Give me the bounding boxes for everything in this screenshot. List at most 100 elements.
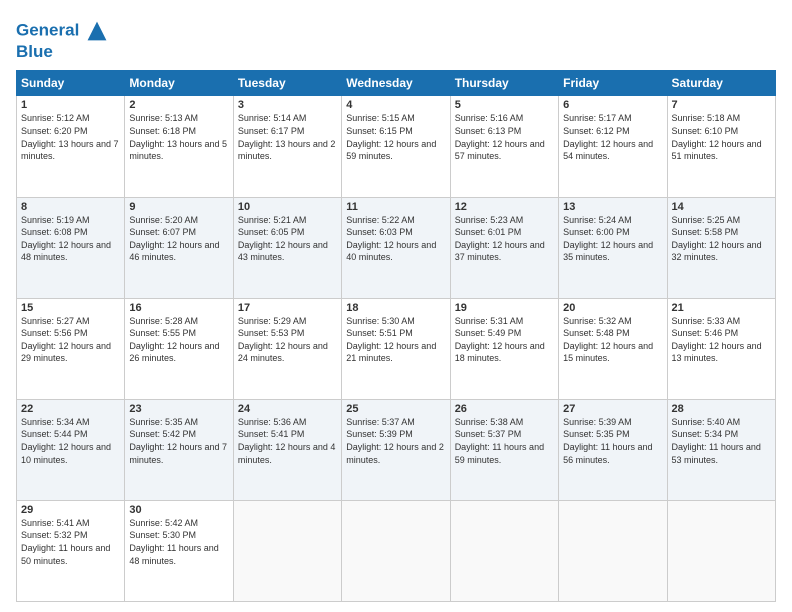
day-info: Sunrise: 5:28 AMSunset: 5:55 PMDaylight:… [129,315,228,365]
day-info: Sunrise: 5:32 AMSunset: 5:48 PMDaylight:… [563,315,662,365]
day-info: Sunrise: 5:33 AMSunset: 5:46 PMDaylight:… [672,315,771,365]
calendar-cell: 15Sunrise: 5:27 AMSunset: 5:56 PMDayligh… [17,298,125,399]
day-header-thursday: Thursday [450,71,558,96]
day-info: Sunrise: 5:13 AMSunset: 6:18 PMDaylight:… [129,112,228,162]
day-number: 25 [346,403,445,415]
day-number: 6 [563,99,662,111]
day-info: Sunrise: 5:17 AMSunset: 6:12 PMDaylight:… [563,112,662,162]
day-info: Sunrise: 5:41 AMSunset: 5:32 PMDaylight:… [21,517,120,567]
calendar-cell: 20Sunrise: 5:32 AMSunset: 5:48 PMDayligh… [559,298,667,399]
day-number: 28 [672,403,771,415]
logo-blue: Blue [16,42,108,62]
header: General Blue [16,16,776,62]
calendar-cell [342,500,450,601]
day-number: 18 [346,302,445,314]
calendar-cell: 12Sunrise: 5:23 AMSunset: 6:01 PMDayligh… [450,197,558,298]
day-info: Sunrise: 5:35 AMSunset: 5:42 PMDaylight:… [129,416,228,466]
calendar-cell: 25Sunrise: 5:37 AMSunset: 5:39 PMDayligh… [342,399,450,500]
day-info: Sunrise: 5:19 AMSunset: 6:08 PMDaylight:… [21,214,120,264]
day-info: Sunrise: 5:14 AMSunset: 6:17 PMDaylight:… [238,112,337,162]
logo: General Blue [16,20,108,62]
calendar-cell: 5Sunrise: 5:16 AMSunset: 6:13 PMDaylight… [450,96,558,197]
day-info: Sunrise: 5:30 AMSunset: 5:51 PMDaylight:… [346,315,445,365]
day-number: 10 [238,201,337,213]
calendar-cell [233,500,341,601]
day-info: Sunrise: 5:36 AMSunset: 5:41 PMDaylight:… [238,416,337,466]
day-number: 4 [346,99,445,111]
calendar-cell: 8Sunrise: 5:19 AMSunset: 6:08 PMDaylight… [17,197,125,298]
day-number: 7 [672,99,771,111]
day-number: 1 [21,99,120,111]
day-number: 2 [129,99,228,111]
day-header-wednesday: Wednesday [342,71,450,96]
day-info: Sunrise: 5:20 AMSunset: 6:07 PMDaylight:… [129,214,228,264]
day-number: 11 [346,201,445,213]
day-number: 29 [21,504,120,516]
day-header-monday: Monday [125,71,233,96]
day-number: 15 [21,302,120,314]
calendar-cell: 28Sunrise: 5:40 AMSunset: 5:34 PMDayligh… [667,399,775,500]
calendar-cell: 10Sunrise: 5:21 AMSunset: 6:05 PMDayligh… [233,197,341,298]
day-number: 16 [129,302,228,314]
day-info: Sunrise: 5:39 AMSunset: 5:35 PMDaylight:… [563,416,662,466]
day-number: 17 [238,302,337,314]
day-info: Sunrise: 5:21 AMSunset: 6:05 PMDaylight:… [238,214,337,264]
day-info: Sunrise: 5:31 AMSunset: 5:49 PMDaylight:… [455,315,554,365]
calendar-cell: 30Sunrise: 5:42 AMSunset: 5:30 PMDayligh… [125,500,233,601]
calendar-cell: 16Sunrise: 5:28 AMSunset: 5:55 PMDayligh… [125,298,233,399]
calendar-week-4: 22Sunrise: 5:34 AMSunset: 5:44 PMDayligh… [17,399,776,500]
calendar-cell: 23Sunrise: 5:35 AMSunset: 5:42 PMDayligh… [125,399,233,500]
calendar-cell: 13Sunrise: 5:24 AMSunset: 6:00 PMDayligh… [559,197,667,298]
calendar-cell: 2Sunrise: 5:13 AMSunset: 6:18 PMDaylight… [125,96,233,197]
calendar-cell: 27Sunrise: 5:39 AMSunset: 5:35 PMDayligh… [559,399,667,500]
calendar-cell [667,500,775,601]
day-number: 12 [455,201,554,213]
day-header-tuesday: Tuesday [233,71,341,96]
day-info: Sunrise: 5:23 AMSunset: 6:01 PMDaylight:… [455,214,554,264]
calendar-week-1: 1Sunrise: 5:12 AMSunset: 6:20 PMDaylight… [17,96,776,197]
day-info: Sunrise: 5:29 AMSunset: 5:53 PMDaylight:… [238,315,337,365]
logo-general: General [16,20,79,39]
day-number: 9 [129,201,228,213]
day-number: 5 [455,99,554,111]
day-info: Sunrise: 5:24 AMSunset: 6:00 PMDaylight:… [563,214,662,264]
day-info: Sunrise: 5:25 AMSunset: 5:58 PMDaylight:… [672,214,771,264]
calendar-cell: 4Sunrise: 5:15 AMSunset: 6:15 PMDaylight… [342,96,450,197]
day-number: 27 [563,403,662,415]
day-number: 19 [455,302,554,314]
day-info: Sunrise: 5:42 AMSunset: 5:30 PMDaylight:… [129,517,228,567]
day-info: Sunrise: 5:34 AMSunset: 5:44 PMDaylight:… [21,416,120,466]
day-number: 24 [238,403,337,415]
calendar-cell [450,500,558,601]
day-info: Sunrise: 5:12 AMSunset: 6:20 PMDaylight:… [21,112,120,162]
day-info: Sunrise: 5:18 AMSunset: 6:10 PMDaylight:… [672,112,771,162]
calendar-cell: 7Sunrise: 5:18 AMSunset: 6:10 PMDaylight… [667,96,775,197]
day-info: Sunrise: 5:38 AMSunset: 5:37 PMDaylight:… [455,416,554,466]
calendar-cell [559,500,667,601]
day-number: 23 [129,403,228,415]
calendar-cell: 1Sunrise: 5:12 AMSunset: 6:20 PMDaylight… [17,96,125,197]
calendar-cell: 26Sunrise: 5:38 AMSunset: 5:37 PMDayligh… [450,399,558,500]
day-header-friday: Friday [559,71,667,96]
calendar-cell: 29Sunrise: 5:41 AMSunset: 5:32 PMDayligh… [17,500,125,601]
day-number: 13 [563,201,662,213]
calendar-table: SundayMondayTuesdayWednesdayThursdayFrid… [16,70,776,602]
day-number: 22 [21,403,120,415]
calendar-cell: 11Sunrise: 5:22 AMSunset: 6:03 PMDayligh… [342,197,450,298]
day-header-saturday: Saturday [667,71,775,96]
calendar-header-row: SundayMondayTuesdayWednesdayThursdayFrid… [17,71,776,96]
day-number: 8 [21,201,120,213]
calendar-week-3: 15Sunrise: 5:27 AMSunset: 5:56 PMDayligh… [17,298,776,399]
calendar-cell: 18Sunrise: 5:30 AMSunset: 5:51 PMDayligh… [342,298,450,399]
calendar-cell: 6Sunrise: 5:17 AMSunset: 6:12 PMDaylight… [559,96,667,197]
day-info: Sunrise: 5:16 AMSunset: 6:13 PMDaylight:… [455,112,554,162]
calendar-cell: 17Sunrise: 5:29 AMSunset: 5:53 PMDayligh… [233,298,341,399]
calendar-cell: 19Sunrise: 5:31 AMSunset: 5:49 PMDayligh… [450,298,558,399]
calendar-cell: 22Sunrise: 5:34 AMSunset: 5:44 PMDayligh… [17,399,125,500]
calendar-week-5: 29Sunrise: 5:41 AMSunset: 5:32 PMDayligh… [17,500,776,601]
calendar-week-2: 8Sunrise: 5:19 AMSunset: 6:08 PMDaylight… [17,197,776,298]
calendar-page: General Blue SundayMondayTuesdayWednesda… [0,0,792,612]
calendar-cell: 14Sunrise: 5:25 AMSunset: 5:58 PMDayligh… [667,197,775,298]
day-number: 20 [563,302,662,314]
calendar-cell: 24Sunrise: 5:36 AMSunset: 5:41 PMDayligh… [233,399,341,500]
